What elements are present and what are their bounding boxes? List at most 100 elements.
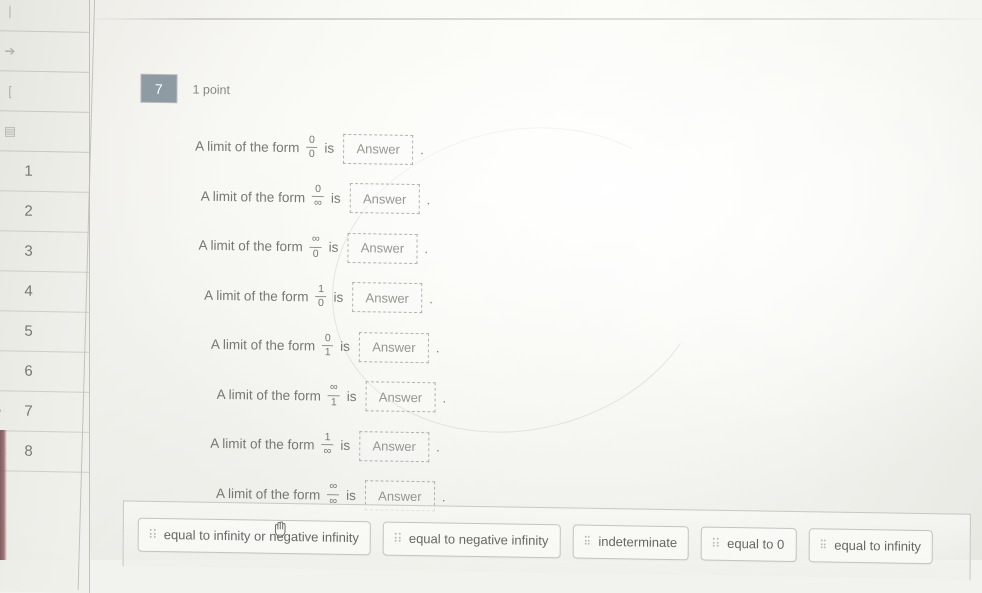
fraction-numerator: 0 xyxy=(309,134,315,147)
drag-handle-icon[interactable] xyxy=(584,535,591,547)
fraction-bar xyxy=(306,147,318,149)
limit-fraction: 01 xyxy=(322,332,334,359)
sidebar-tool-4[interactable]: ▤ xyxy=(0,111,89,153)
fraction-numerator: ∞ xyxy=(329,381,338,394)
sidebar-item-label: 7 xyxy=(24,402,33,420)
arrow-right-icon: ➔ xyxy=(4,42,16,58)
sidebar-question-list: 1 2 3 4 5 6 7 8 xyxy=(0,151,89,473)
sidebar-item-label: 6 xyxy=(24,362,33,380)
answer-chip[interactable]: equal to 0 xyxy=(701,526,797,562)
answer-drop-zone[interactable]: Answer xyxy=(359,430,430,462)
fraction-bar xyxy=(321,444,334,446)
question-prompt: A limit of the form 1 0 is xyxy=(204,282,343,309)
limit-fraction: 0 ∞ xyxy=(312,183,324,210)
question-prompt: A limit of the form 0 ∞ is xyxy=(201,183,341,211)
answer-drop-zone[interactable]: Answer xyxy=(349,183,420,215)
question-prompt: A limit of the form ∞ 0 is xyxy=(198,233,338,261)
answer-chip-label: equal to infinity or negative infinity xyxy=(163,527,359,546)
sidebar-item-label: 2 xyxy=(24,202,33,220)
sidebar-item-6[interactable]: 6 xyxy=(0,351,89,393)
sidebar-item-1[interactable]: 1 xyxy=(0,151,89,193)
question-prompt: A limit of the form 1 ∞ is xyxy=(210,431,350,459)
sidebar-item-2[interactable]: 2 xyxy=(0,191,89,233)
fraction-bar xyxy=(327,395,340,397)
limit-fraction: ∞ 1 xyxy=(327,381,340,409)
fraction-denominator: 0 xyxy=(312,247,319,260)
fraction-denominator: 0 xyxy=(308,148,315,161)
drag-handle-icon[interactable] xyxy=(394,532,402,544)
prompt-prefix: A limit of the form xyxy=(204,287,309,305)
prompt-prefix: A limit of the form xyxy=(195,138,300,156)
fraction-numerator: 0 xyxy=(315,183,322,196)
sentence-period: . xyxy=(424,241,429,257)
prompt-connector: is xyxy=(333,289,344,305)
sidebar-tool-rail: | ➔ [ ▤ xyxy=(0,0,89,153)
sidebar-item-7[interactable]: 7 xyxy=(0,391,89,433)
question-card: 7 1 point A limit of the form 0 0 is Answer.… xyxy=(93,0,982,580)
sidebar-tool-2[interactable]: ➔ xyxy=(0,31,89,73)
fraction-numerator: 0 xyxy=(324,332,331,345)
cursor-icon: | xyxy=(8,3,12,19)
question-number-badge: 7 xyxy=(141,74,177,103)
answer-chip[interactable]: equal to negative infinity xyxy=(382,521,561,558)
fraction-denominator: ∞ xyxy=(323,445,332,458)
question-header: 7 1 point xyxy=(141,74,230,103)
answer-drop-zone[interactable]: Answer xyxy=(343,133,414,165)
limit-fraction: 1 ∞ xyxy=(321,431,334,458)
answer-drop-zone[interactable]: Answer xyxy=(352,282,423,314)
sidebar-item-5[interactable]: 5 xyxy=(0,311,89,353)
prompt-connector: is xyxy=(346,388,357,404)
drag-handle-icon[interactable] xyxy=(820,539,827,550)
answer-drop-zone[interactable]: Answer xyxy=(347,232,418,264)
question-rows: A limit of the form 0 0 is Answer. A limit of… xyxy=(93,120,855,528)
sidebar-tool-1[interactable]: | xyxy=(0,0,89,33)
drag-handle-icon[interactable] xyxy=(713,537,720,549)
answer-drop-zone[interactable]: Answer xyxy=(365,381,436,413)
prompt-connector: is xyxy=(346,487,356,503)
sidebar-item-3[interactable]: 3 xyxy=(0,231,89,273)
sidebar-item-8[interactable]: 8 xyxy=(0,431,89,473)
answer-drop-zone[interactable]: Answer xyxy=(358,331,430,363)
fraction-numerator: ∞ xyxy=(311,232,320,245)
fraction-denominator: ∞ xyxy=(314,197,322,210)
prompt-prefix: A limit of the form xyxy=(200,188,306,206)
answer-chip[interactable]: equal to infinity or negative infinity xyxy=(137,517,371,555)
answer-chip-label: equal to 0 xyxy=(727,535,785,552)
fraction-denominator: 1 xyxy=(330,396,337,409)
sidebar-item-label: 8 xyxy=(24,442,33,460)
question-prompt: A limit of the form 0 1 is xyxy=(211,332,350,359)
sidebar-tool-3[interactable]: [ xyxy=(0,71,89,113)
prompt-prefix: A limit of the form xyxy=(210,337,316,354)
note-icon: ▤ xyxy=(3,122,17,139)
answer-bank: equal to infinity or negative infinity eq… xyxy=(122,500,971,580)
answer-chip[interactable]: equal to infinity xyxy=(808,527,934,564)
prompt-prefix: A limit of the form xyxy=(216,386,321,404)
question-prompt: A limit of the form 0 0 is xyxy=(195,134,334,161)
drag-handle-icon[interactable] xyxy=(149,528,157,540)
limit-fraction: ∞ 0 xyxy=(309,232,322,260)
answer-chip-label: equal to negative infinity xyxy=(408,530,549,549)
fraction-bar xyxy=(327,493,340,496)
fraction-numerator: 1 xyxy=(318,282,325,295)
fraction-bar xyxy=(312,196,324,198)
sidebar-item-label: 5 xyxy=(24,322,33,340)
fraction-bar xyxy=(309,246,322,248)
answer-chip[interactable]: indeterminate xyxy=(572,523,690,560)
prompt-connector: is xyxy=(330,190,341,206)
left-sidebar: | ➔ [ ▤ 1 2 3 4 5 6 7 8 xyxy=(0,0,90,593)
sentence-period: . xyxy=(441,489,446,505)
limit-fraction: 10 xyxy=(315,282,327,309)
sentence-period: . xyxy=(442,390,447,406)
fraction-denominator: 1 xyxy=(324,346,331,359)
sentence-period: . xyxy=(429,290,433,307)
prompt-connector: is xyxy=(340,438,351,454)
prompt-connector: is xyxy=(324,140,335,156)
sentence-period: . xyxy=(426,191,431,208)
prompt-prefix: A limit of the form xyxy=(215,485,321,503)
fraction-bar xyxy=(315,295,327,297)
sentence-period: . xyxy=(435,340,440,356)
prompt-connector: is xyxy=(340,339,350,355)
sidebar-item-label: 4 xyxy=(24,282,33,300)
fraction-denominator: 0 xyxy=(318,296,324,309)
sidebar-item-4[interactable]: 4 xyxy=(0,271,89,313)
